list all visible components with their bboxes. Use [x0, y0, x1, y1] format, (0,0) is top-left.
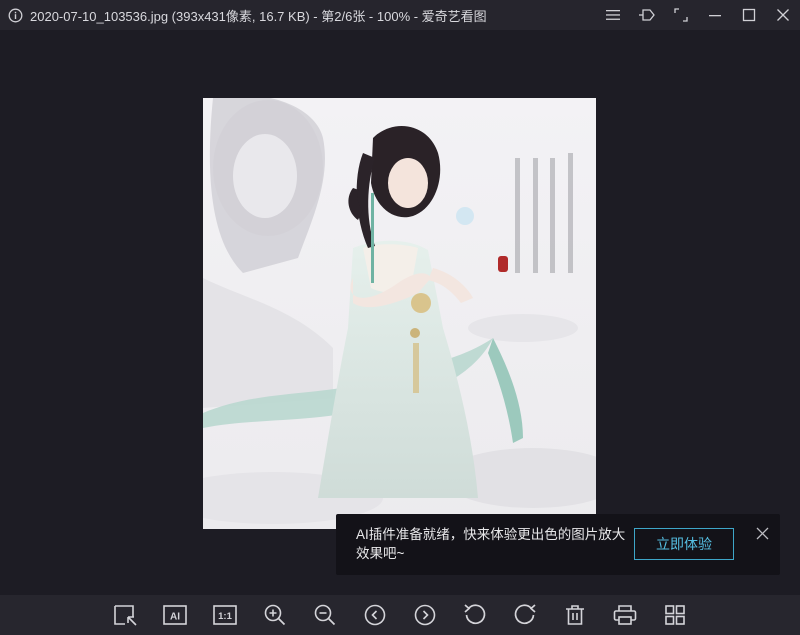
rotate-left-button[interactable] [460, 600, 490, 630]
window-title: 2020-07-10_103536.jpg (393x431像素, 16.7 K… [30, 8, 487, 24]
grid-view-button[interactable] [660, 600, 690, 630]
maximize-icon [742, 8, 756, 22]
bottom-toolbar: AI 1:1 [0, 595, 800, 635]
delete-button[interactable] [560, 600, 590, 630]
toast-message: AI插件准备就绪，快来体验更出色的图片放大效果吧~ [356, 527, 626, 561]
rotate-left-icon [464, 604, 486, 625]
title-bar: 2020-07-10_103536.jpg (393x431像素, 16.7 K… [0, 0, 800, 30]
displayed-image[interactable] [203, 98, 596, 529]
zoom-in-button[interactable] [260, 600, 290, 630]
grid-view-icon [665, 605, 685, 625]
fullscreen-icon [674, 8, 688, 22]
previous-icon [364, 604, 386, 626]
actual-size-button[interactable]: 1:1 [210, 600, 240, 630]
menu-icon [606, 10, 620, 20]
info-icon[interactable] [0, 0, 30, 30]
zoom-out-icon [314, 604, 336, 626]
close-icon [756, 527, 768, 539]
ai-button[interactable]: AI [160, 600, 190, 630]
close-button[interactable] [766, 0, 800, 30]
crop-select-icon [114, 605, 137, 626]
maximize-button[interactable] [732, 0, 766, 30]
close-icon [777, 9, 789, 21]
print-icon [613, 605, 637, 625]
delete-icon [566, 605, 584, 625]
ai-plugin-toast: AI插件准备就绪，快来体验更出色的图片放大效果吧~ 立即体验 [336, 514, 780, 575]
try-now-button[interactable]: 立即体验 [634, 528, 734, 560]
rotate-right-button[interactable] [510, 600, 540, 630]
pin-button[interactable] [630, 0, 664, 30]
zoom-out-button[interactable] [310, 600, 340, 630]
window-controls [596, 0, 800, 30]
minimize-button[interactable] [698, 0, 732, 30]
ai-label: AI [170, 612, 180, 623]
next-button[interactable] [410, 600, 440, 630]
actual-size-label: 1:1 [218, 611, 232, 622]
toast-close-button[interactable] [752, 523, 772, 543]
print-button[interactable] [610, 600, 640, 630]
next-icon [414, 604, 436, 626]
menu-button[interactable] [596, 0, 630, 30]
zoom-in-icon [264, 604, 286, 626]
crop-select-button[interactable] [110, 600, 140, 630]
actual-size-icon: 1:1 [213, 605, 237, 625]
pin-icon [639, 9, 655, 21]
previous-button[interactable] [360, 600, 390, 630]
minimize-icon [709, 15, 721, 17]
fullscreen-button[interactable] [664, 0, 698, 30]
rotate-right-icon [514, 604, 536, 625]
ai-icon: AI [163, 605, 187, 625]
